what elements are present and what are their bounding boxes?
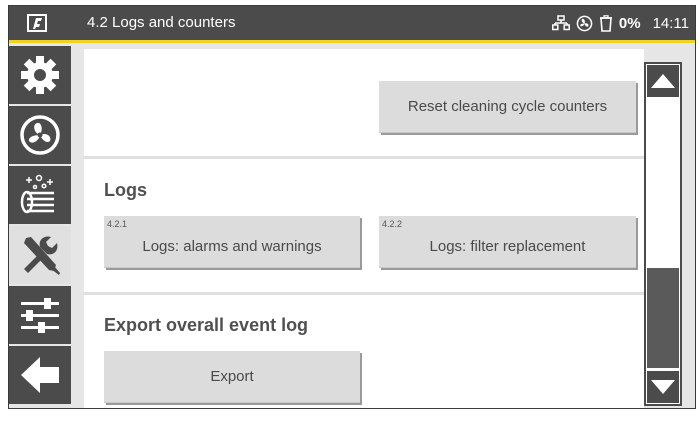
- scroll-up-button[interactable]: [647, 65, 679, 97]
- sidebar-item-service[interactable]: [9, 226, 71, 284]
- button-label: Logs: filter replacement: [429, 238, 586, 255]
- dust-bin-icon: [599, 14, 612, 32]
- sliders-icon: [21, 298, 59, 333]
- triangle-down-icon: [651, 380, 675, 394]
- clock: 14:11: [652, 14, 689, 32]
- fan-status-icon: [576, 15, 593, 31]
- accent-line: [9, 40, 695, 43]
- scrollbar[interactable]: [644, 62, 682, 406]
- triangle-up-icon: [651, 74, 675, 88]
- section-divider: [84, 292, 644, 295]
- sidebar-item-adjustments[interactable]: [9, 286, 71, 344]
- export-button-label: Export: [210, 368, 254, 385]
- sidebar: [9, 43, 71, 408]
- menu-number: 4.2.2: [382, 219, 403, 229]
- sidebar-item-fan[interactable]: [9, 106, 71, 164]
- export-section-title: Export overall event log: [104, 315, 309, 335]
- tools-icon: [24, 236, 60, 275]
- bin-fill-level: 0%: [618, 14, 641, 32]
- filter-cleaning-icon: [20, 174, 54, 214]
- gear-icon: [21, 56, 59, 94]
- page-title: 4.2 Logs and counters: [87, 14, 236, 31]
- logs-filter-replacement-button[interactable]: 4.2.2 Logs: filter replacement: [379, 216, 636, 268]
- scroll-down-button[interactable]: [647, 371, 679, 403]
- status-area: 0% 14:11: [551, 13, 689, 33]
- export-button[interactable]: Export: [104, 351, 360, 403]
- logs-section-title: Logs: [104, 180, 147, 200]
- sidebar-item-back[interactable]: [9, 346, 71, 404]
- scroll-thumb[interactable]: [647, 268, 679, 368]
- menu-number: 4.2.1: [107, 219, 128, 229]
- device-screen: 4.2 Logs and counters 0% 14:11 Reset cle…: [8, 5, 696, 409]
- button-label: Logs: alarms and warnings: [142, 238, 322, 255]
- fan-icon: [20, 115, 60, 155]
- network-icon: [551, 15, 570, 31]
- logs-alarms-warnings-button[interactable]: 4.2.1 Logs: alarms and warnings: [104, 216, 360, 268]
- sidebar-item-settings[interactable]: [9, 46, 71, 104]
- content-panel: Reset cleaning cycle counters Logs 4.2.1…: [84, 49, 644, 408]
- sidebar-item-cleaning[interactable]: [9, 166, 71, 224]
- back-arrow-icon: [21, 357, 59, 393]
- reset-cleaning-counters-button[interactable]: Reset cleaning cycle counters: [379, 81, 636, 133]
- top-bar: 4.2 Logs and counters 0% 14:11: [9, 6, 695, 40]
- brand-logo-icon: [27, 14, 47, 32]
- section-divider: [84, 156, 644, 159]
- reset-button-label: Reset cleaning cycle counters: [407, 98, 608, 115]
